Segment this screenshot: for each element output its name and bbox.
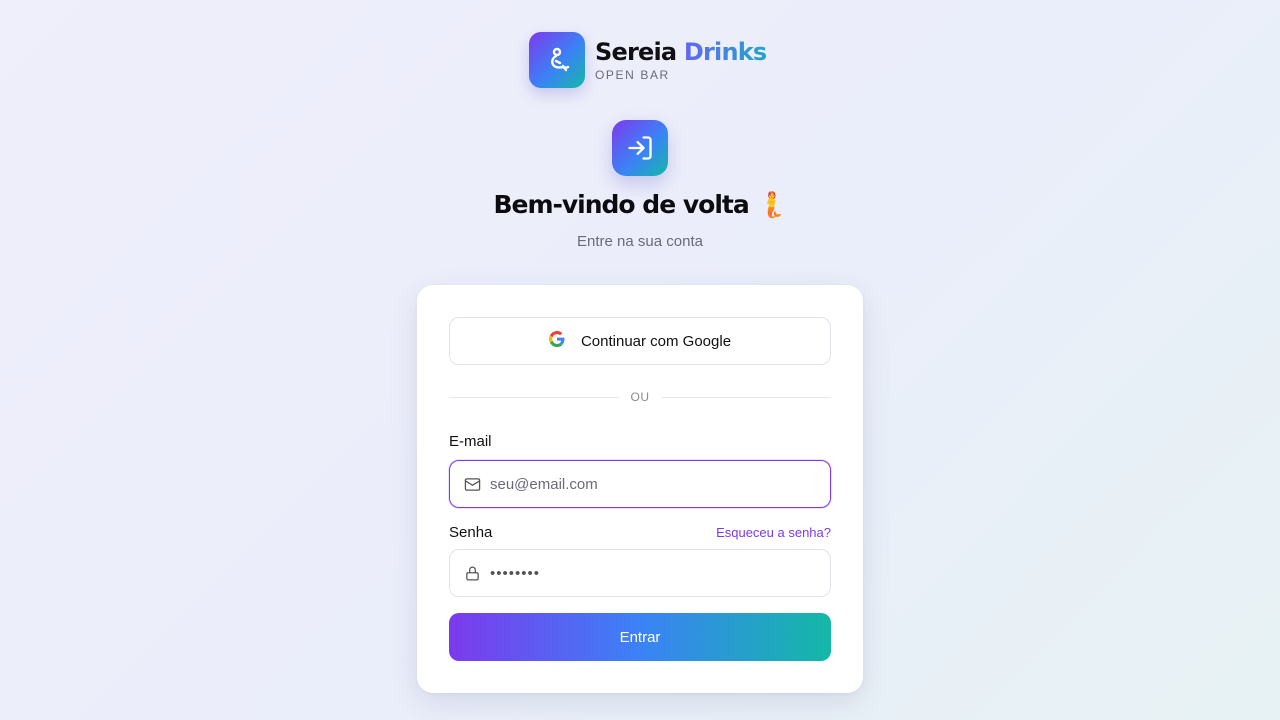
- email-field[interactable]: [449, 460, 831, 508]
- brand-name: Sereia Drinks: [595, 38, 767, 66]
- google-icon: [548, 331, 565, 351]
- login-submit-button[interactable]: Entrar: [449, 613, 831, 661]
- password-label: Senha: [449, 524, 493, 541]
- or-divider-text: OU: [630, 390, 650, 404]
- password-field[interactable]: ••••••••: [449, 549, 831, 597]
- email-label: E-mail: [449, 433, 492, 450]
- login-icon: [612, 120, 668, 176]
- brand-name-part2: Drinks: [683, 38, 767, 66]
- password-input[interactable]: ••••••••: [490, 565, 540, 582]
- mermaid-logo-icon: [529, 32, 585, 88]
- page-subtitle: Entre na sua conta: [577, 233, 703, 250]
- google-signin-label: Continuar com Google: [580, 332, 732, 350]
- brand-tagline: OPEN BAR: [595, 68, 670, 82]
- email-input[interactable]: [490, 464, 820, 504]
- lock-icon: [450, 565, 490, 582]
- or-divider: OU: [449, 389, 831, 405]
- mail-icon: [450, 476, 490, 493]
- login-card: Continuar com Google OU E-mail Senha Esq…: [417, 285, 863, 693]
- google-signin-button[interactable]: Continuar com Google: [449, 317, 831, 365]
- brand-name-part1: Sereia: [595, 38, 677, 66]
- forgot-password-link[interactable]: Esqueceu a senha?: [716, 525, 831, 540]
- page-title: Bem-vindo de volta 🧜: [493, 190, 787, 219]
- brand: Sereia Drinks OPEN BAR: [529, 32, 767, 88]
